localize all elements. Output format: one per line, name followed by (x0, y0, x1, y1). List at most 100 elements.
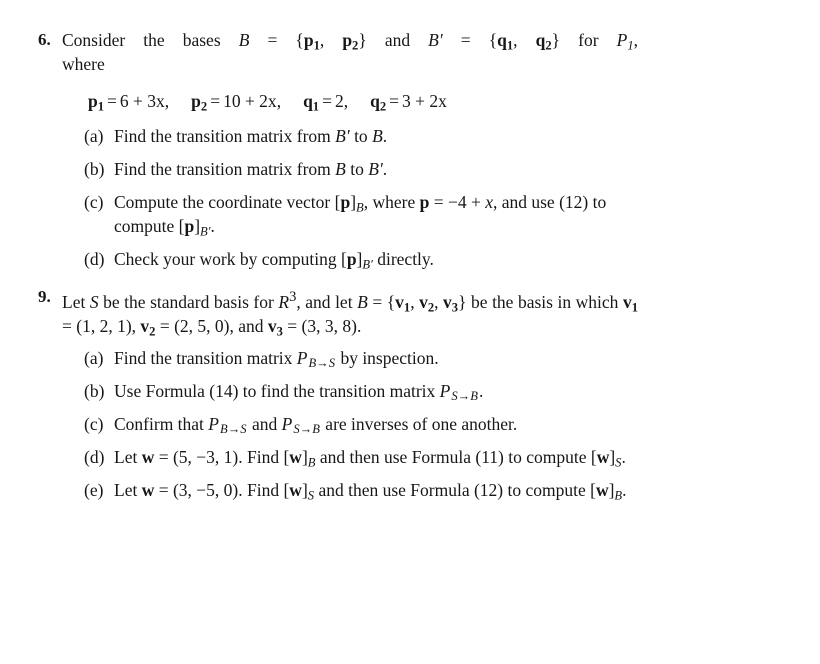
vector-w-symbol: w (141, 446, 155, 467)
subpart-9b: (b) Use Formula (14) to find the transit… (84, 379, 638, 403)
exercise-6-subparts: (a) Find the transition matrix from B′ t… (62, 124, 638, 271)
equation-q1-symbol: q (303, 91, 313, 111)
subpart-9e-text-6: . (622, 479, 627, 500)
stem-text-for: } for (551, 30, 617, 50)
subpart-6d-subscript-Bprime: B (362, 257, 371, 272)
vector-v3-value-symbol: v (267, 315, 277, 336)
vector-v3-value: = (3, 3, 8). (282, 315, 362, 336)
subpart-9d-text-4: and then use Formula (11) to compute [ (315, 446, 597, 467)
transition-matrix-P-symbol-2: P (281, 413, 293, 434)
equation-p2-relation: = (210, 91, 221, 111)
transition-matrix-P-symbol: P (296, 347, 308, 368)
subpart-6a-symbol-Bprime: B (335, 126, 346, 146)
stem-9-text-c: , and let (296, 291, 358, 312)
equation-q1-separator: , (343, 91, 349, 111)
vector-v2-symbol: v (419, 291, 428, 312)
equation-p2: p2 = 10 + 2x, (191, 91, 281, 113)
exercise-9-subparts: (a) Find the transition matrix PB→S by i… (62, 346, 638, 502)
subpart-6b: (b) Find the transition matrix from B to… (84, 157, 638, 181)
equation-p1-separator: , (164, 91, 170, 111)
stem-trailing-comma: , (633, 30, 638, 50)
subpart-label: (a) (84, 126, 104, 146)
exercise-number: 6. (38, 30, 51, 49)
vector-q1-symbol: q (497, 30, 507, 50)
subpart-9e-text-4: and then use Formula (12) to compute [ (314, 479, 596, 500)
subpart-text: Find the transition matrix PB→S by inspe… (114, 346, 638, 370)
subpart-6b-symbol-Bprime: B (368, 159, 379, 179)
standard-basis-S-symbol: S (89, 291, 99, 312)
subpart-6b-text-3: . (382, 159, 388, 179)
stem-9-text-e: , (410, 291, 420, 312)
equation-p1-symbol: p (88, 91, 98, 111)
equation-q1-relation: = (322, 91, 332, 111)
exercise-list: 6. Consider the bases B = {p1, p2} and B… (38, 28, 638, 502)
basis-B-symbol: B (238, 30, 250, 50)
equation-q1-rhs: 2 (334, 91, 344, 111)
stem-9-text-f: , (434, 291, 444, 312)
vector-w-value: = (5, −3, 1). Find [ (154, 446, 290, 467)
stem-9-text-g: } be the basis in which (458, 291, 623, 312)
subpart-9a-text-1: Find the transition matrix (114, 347, 297, 368)
subpart-6c-variable-x: x (485, 192, 493, 212)
subpart-6a-text-1: Find the transition matrix from (114, 126, 336, 146)
subpart-label: (c) (84, 192, 104, 212)
subpart-label: (d) (84, 446, 105, 467)
exercise-stem-where: where (62, 54, 105, 74)
vector-w-symbol-3: w (595, 479, 609, 500)
subpart-6c-vector-p-3: p (184, 216, 195, 236)
subpart-6d-text-3: directly. (372, 249, 434, 269)
vector-v1-value-subscript: 1 (631, 300, 638, 315)
subpart-9a: (a) Find the transition matrix PB→S by i… (84, 346, 638, 370)
subpart-6b-text-2: to (345, 159, 369, 179)
exercise-item-6: 6. Consider the bases B = {p1, p2} and B… (38, 28, 638, 271)
equation-p1-relation: = (107, 91, 117, 111)
coordinate-subscript-B: B (614, 488, 623, 503)
stem-equals-2: = { (442, 30, 498, 50)
subpart-label: (c) (84, 413, 104, 434)
subpart-6c-text-7: . (210, 216, 215, 236)
vector-v3-symbol: v (443, 291, 452, 312)
subpart-label: (b) (84, 159, 105, 179)
subpart-6c-vector-p: p (340, 192, 351, 212)
equation-q1: q1 = 2, (303, 91, 349, 113)
subpart-6d: (d) Check your work by computing [p]B′ d… (84, 247, 638, 271)
subpart-6c-text-3: , where (363, 192, 420, 212)
transition-matrix-S-to-B-subscript: S→B (451, 389, 478, 404)
subpart-6c-vector-p-2: p (419, 192, 430, 212)
basis-B-symbol: B (357, 291, 368, 312)
subpart-9d-text-1: Let (114, 446, 142, 467)
subpart-label: (e) (84, 479, 104, 500)
equation-q2: q2 = 3 + 2x (370, 91, 447, 113)
subpart-9e-text-1: Let (114, 479, 142, 500)
subpart-text: Use Formula (14) to find the transition … (114, 379, 638, 403)
equation-q2-rhs: 3 + 2x (402, 91, 447, 111)
subpart-6a-symbol-B: B (372, 126, 383, 146)
subpart-9c: (c) Confirm that PB→S and PS→B are inver… (84, 412, 638, 436)
subpart-6c-subscript-B: B (356, 200, 364, 215)
vector-v1-value: = (1, 2, 1), (62, 315, 141, 336)
subpart-9d-text-6: . (621, 446, 626, 467)
transition-matrix-P-symbol: P (439, 380, 451, 401)
vector-w-symbol-2: w (289, 479, 302, 500)
subpart-6c: (c) Compute the coordinate vector [p]B, … (84, 190, 638, 238)
stem-comma-2: , (513, 30, 536, 50)
transition-matrix-B-to-S-subscript: B→S (308, 356, 336, 371)
transition-matrix-B-to-S-subscript: B→S (220, 422, 247, 437)
space-P-symbol: P (616, 30, 628, 50)
subpart-text: Compute the coordinate vector [p]B, wher… (114, 190, 638, 238)
subpart-9a-text-2: by inspection. (336, 347, 439, 368)
subpart-6a-text-3: . (382, 126, 388, 146)
subpart-6b-symbol-B: B (335, 159, 346, 179)
vector-w-value: = (3, −5, 0). Find [ (154, 479, 290, 500)
subpart-6c-text-1: Compute the coordinate vector [ (114, 192, 341, 212)
subpart-9c-text-2: and (247, 413, 282, 434)
transition-matrix-S-to-B-subscript: S→B (293, 422, 320, 437)
stem-comma: , (319, 30, 343, 50)
subpart-9d: (d) Let w = (5, −3, 1). Find [w]B and th… (84, 445, 638, 469)
subpart-6a-text-2: to (349, 126, 373, 146)
subpart-text: Let w = (3, −5, 0). Find [w]S and then u… (114, 478, 638, 502)
vector-w-symbol-3: w (596, 446, 610, 467)
subpart-text: Check your work by computing [p]B′ direc… (114, 247, 638, 271)
equation-q2-symbol: q (370, 91, 380, 111)
exercise-stem: Let S be the standard basis for R3, and … (62, 285, 638, 338)
